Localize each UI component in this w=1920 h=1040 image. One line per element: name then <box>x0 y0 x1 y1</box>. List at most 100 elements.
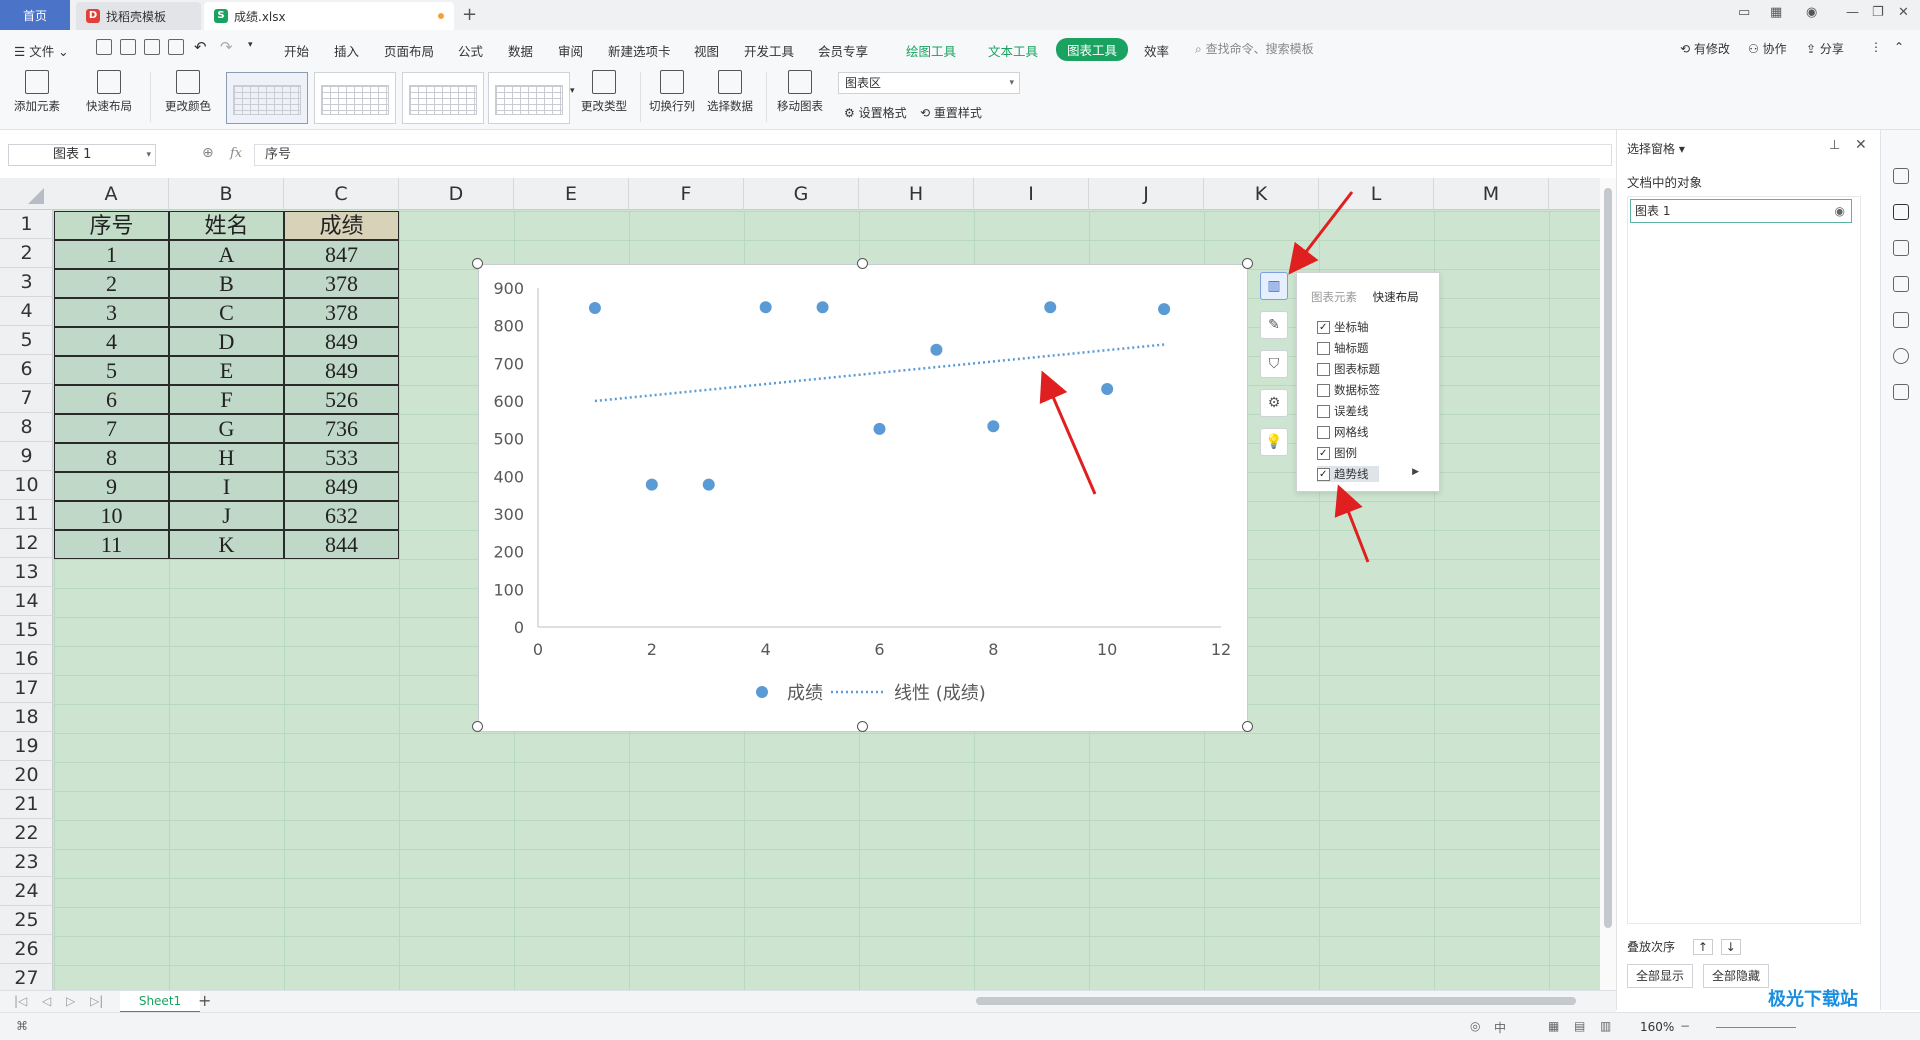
checkbox[interactable] <box>1317 404 1330 418</box>
data-cell[interactable]: 378 <box>284 269 399 298</box>
selection-pane-title[interactable]: 选择窗格 ▾ <box>1627 140 1685 157</box>
scatter-chart[interactable]: 0 100 200 300 400 500 600 700 800 900 0 2 4 6 8 10 12 成绩 线… <box>478 264 1248 732</box>
row-header[interactable]: 7 <box>0 384 53 413</box>
column-header[interactable]: B <box>169 178 284 210</box>
menu-new-tab[interactable]: 新建选项卡 <box>608 41 671 60</box>
input-method-icon[interactable]: 中 <box>1494 1019 1506 1036</box>
row-header[interactable]: 17 <box>0 674 53 703</box>
data-cell[interactable]: K <box>169 530 284 559</box>
data-cell[interactable]: D <box>169 327 284 356</box>
data-cell[interactable]: C <box>169 298 284 327</box>
row-header[interactable]: 4 <box>0 297 53 326</box>
file-menu[interactable]: ☰ 文件 ⌄ <box>14 41 69 60</box>
compass-icon[interactable] <box>1893 348 1909 364</box>
undo-icon[interactable]: ↶ <box>194 38 207 56</box>
object-item[interactable]: 图表 1 ◉ <box>1630 199 1852 223</box>
avatar[interactable]: ◉ <box>1806 5 1817 20</box>
resize-handle[interactable] <box>857 721 868 732</box>
close-icon[interactable]: ✕ <box>1855 137 1867 153</box>
data-cell[interactable]: 11 <box>54 530 169 559</box>
checkbox[interactable] <box>1317 362 1330 376</box>
row-header[interactable]: 24 <box>0 877 53 906</box>
image-icon[interactable] <box>1893 312 1909 328</box>
collaborate-button[interactable]: ⚇ 协作 <box>1748 40 1787 57</box>
scroll-thumb[interactable] <box>1604 188 1612 928</box>
chevron-right-icon[interactable]: ▶ <box>1412 467 1419 477</box>
header-cell[interactable]: 序号 <box>54 211 169 240</box>
menu-insert[interactable]: 插入 <box>334 41 359 60</box>
column-header[interactable]: K <box>1204 178 1319 210</box>
column-header[interactable]: F <box>629 178 744 210</box>
chart-style-3[interactable] <box>402 72 484 124</box>
style-gallery-more-icon[interactable]: ▾ <box>570 86 575 96</box>
export-icon[interactable] <box>120 39 136 55</box>
sheet-tab-sheet1[interactable]: Sheet1 <box>120 991 200 1013</box>
window-layout-icon[interactable]: ▭ <box>1738 5 1750 20</box>
last-sheet-icon[interactable]: ▷| <box>90 994 103 1008</box>
row-header[interactable]: 8 <box>0 413 53 442</box>
chart-area-select[interactable]: 图表区 ▾ <box>838 72 1020 94</box>
row-header[interactable]: 18 <box>0 703 53 732</box>
select-data-button[interactable]: 选择数据 <box>704 70 756 114</box>
print-icon[interactable] <box>144 39 160 55</box>
column-header[interactable]: L <box>1319 178 1434 210</box>
menu-efficiency[interactable]: 效率 <box>1144 41 1169 60</box>
tab-quick-layout[interactable]: 快速布局 <box>1373 289 1419 305</box>
menu-start[interactable]: 开始 <box>284 41 309 60</box>
menu-formula[interactable]: 公式 <box>458 41 483 60</box>
formula-input[interactable]: 序号 <box>254 144 1612 166</box>
data-cell[interactable]: 4 <box>54 327 169 356</box>
header-cell[interactable]: 姓名 <box>169 211 284 240</box>
data-cell[interactable]: H <box>169 443 284 472</box>
set-format-button[interactable]: ⚙ 设置格式 <box>844 104 907 121</box>
book-icon[interactable] <box>1893 384 1909 400</box>
fx-icon[interactable]: fx <box>230 146 242 161</box>
row-header[interactable]: 3 <box>0 268 53 297</box>
chart-element-option[interactable]: 图例 <box>1317 445 1357 461</box>
data-cell[interactable]: 526 <box>284 385 399 414</box>
chart-style-4[interactable] <box>488 72 570 124</box>
pin-icon[interactable]: ⊥ <box>1829 138 1840 153</box>
row-header[interactable]: 22 <box>0 819 53 848</box>
data-cell[interactable]: 849 <box>284 472 399 501</box>
column-header[interactable]: I <box>974 178 1089 210</box>
checkbox[interactable] <box>1317 425 1330 439</box>
data-cell[interactable]: I <box>169 472 284 501</box>
name-box[interactable]: 图表 1 ▾ <box>8 144 156 166</box>
chart-style-1[interactable] <box>226 72 308 124</box>
change-color-button[interactable]: 更改颜色 <box>158 70 218 114</box>
row-header[interactable]: 6 <box>0 355 53 384</box>
data-cell[interactable]: 736 <box>284 414 399 443</box>
row-header[interactable]: 23 <box>0 848 53 877</box>
row-header[interactable]: 19 <box>0 732 53 761</box>
data-cell[interactable]: 3 <box>54 298 169 327</box>
chart-filter-button[interactable]: ⛉ <box>1260 350 1288 378</box>
prev-sheet-icon[interactable]: ◁ <box>42 994 51 1008</box>
data-cell[interactable]: 10 <box>54 501 169 530</box>
data-cell[interactable]: A <box>169 240 284 269</box>
column-header[interactable]: E <box>514 178 629 210</box>
first-sheet-icon[interactable]: |◁ <box>14 994 27 1008</box>
data-cell[interactable]: F <box>169 385 284 414</box>
data-cell[interactable]: 849 <box>284 356 399 385</box>
vertical-scrollbar[interactable] <box>1600 178 1616 990</box>
chart-settings-button[interactable]: ⚙ <box>1260 389 1288 417</box>
add-sheet-icon[interactable]: + <box>198 991 211 1010</box>
data-cell[interactable]: 844 <box>284 530 399 559</box>
row-header[interactable]: 14 <box>0 587 53 616</box>
eye-protect-icon[interactable]: ◎ <box>1470 1019 1480 1033</box>
chart-elements-button[interactable]: ▥ <box>1260 272 1288 300</box>
data-cell[interactable]: 2 <box>54 269 169 298</box>
chart-element-option[interactable]: 趋势线 <box>1317 466 1379 482</box>
arrow-down-icon[interactable]: ↓ <box>1720 939 1741 955</box>
menu-page-layout[interactable]: 页面布局 <box>384 41 434 60</box>
rocket-icon[interactable] <box>1893 168 1909 184</box>
menu-data[interactable]: 数据 <box>508 41 533 60</box>
checkbox[interactable] <box>1317 467 1330 481</box>
menu-developer[interactable]: 开发工具 <box>744 41 794 60</box>
chart-style-2[interactable] <box>314 72 396 124</box>
data-cell[interactable]: 1 <box>54 240 169 269</box>
column-header[interactable]: J <box>1089 178 1204 210</box>
select-all-corner[interactable] <box>28 188 44 204</box>
arrow-up-icon[interactable]: ↑ <box>1692 939 1713 955</box>
